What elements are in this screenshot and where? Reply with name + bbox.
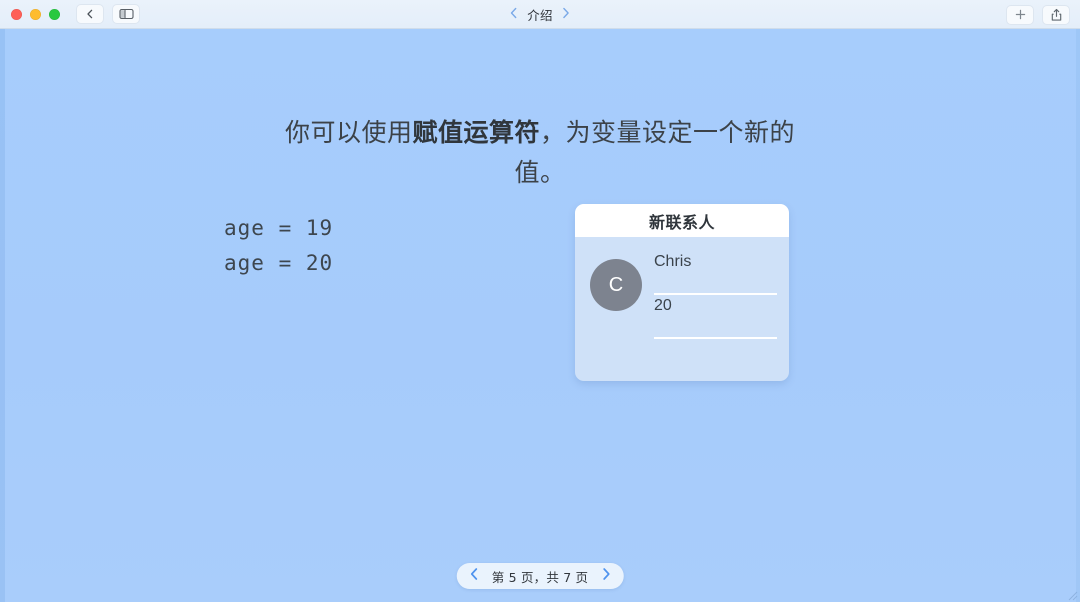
share-button[interactable] [1042,4,1070,25]
plus-icon [1014,8,1027,21]
next-page-button[interactable] [598,567,613,586]
sidebar-panel-icon [118,8,134,20]
share-icon [1050,8,1063,22]
toolbar-right-actions [1006,0,1070,29]
chevron-left-icon [509,6,518,24]
contact-card-fields: Chris 20 [654,251,777,381]
chevron-left-icon [84,8,96,20]
code-snippet: age = 19 age = 20 [224,216,334,275]
contact-field-name-value: Chris [654,253,692,270]
contact-card-body: C Chris 20 [575,237,789,381]
traffic-lights [11,8,60,20]
contact-field-extra [654,339,777,381]
avatar-initial: C [608,273,624,296]
maximize-window-button[interactable] [49,8,60,20]
slide-canvas: 你可以使用赋值运算符，为变量设定一个新的值。 age = 19 age = 20… [0,29,1080,602]
chevron-right-icon [562,6,571,24]
document-title-nav: 介绍 [509,0,570,29]
heading-emphasis: 赋值运算符 [412,118,540,147]
contact-card-header: 新联系人 [575,204,789,237]
add-button[interactable] [1006,4,1034,25]
close-window-button[interactable] [11,8,22,20]
avatar: C [590,259,642,311]
heading-part-1: 你可以使用 [284,118,413,147]
chevron-right-icon [600,567,611,586]
page-indicator-label: 第 5 页，共 7 页 [491,569,589,585]
minimize-window-button[interactable] [30,8,41,20]
document-title: 介绍 [527,9,553,23]
chevron-left-icon [469,567,480,586]
contact-field-name: Chris [654,251,777,295]
contact-field-age: 20 [654,295,777,339]
contact-card-title: 新联系人 [648,212,715,232]
sidebar-toggle-button[interactable] [112,4,140,24]
previous-document-button[interactable] [509,6,518,24]
app-window: 介绍 你可以使用赋值运算符，为变量设定一个新的值。 age = 19 age =… [0,0,1080,602]
heading-part-2: ，为变量设定一个新的值。 [514,118,796,187]
next-document-button[interactable] [562,6,571,24]
window-toolbar: 介绍 [0,0,1080,29]
back-button[interactable] [76,4,104,24]
previous-page-button[interactable] [467,567,482,586]
pagination-control: 第 5 页，共 7 页 [456,563,624,589]
slide-heading: 你可以使用赋值运算符，为变量设定一个新的值。 [280,113,800,193]
contact-field-age-value: 20 [654,297,672,314]
contact-card: 新联系人 C Chris 20 [575,204,789,381]
window-resize-handle[interactable] [1066,588,1078,601]
